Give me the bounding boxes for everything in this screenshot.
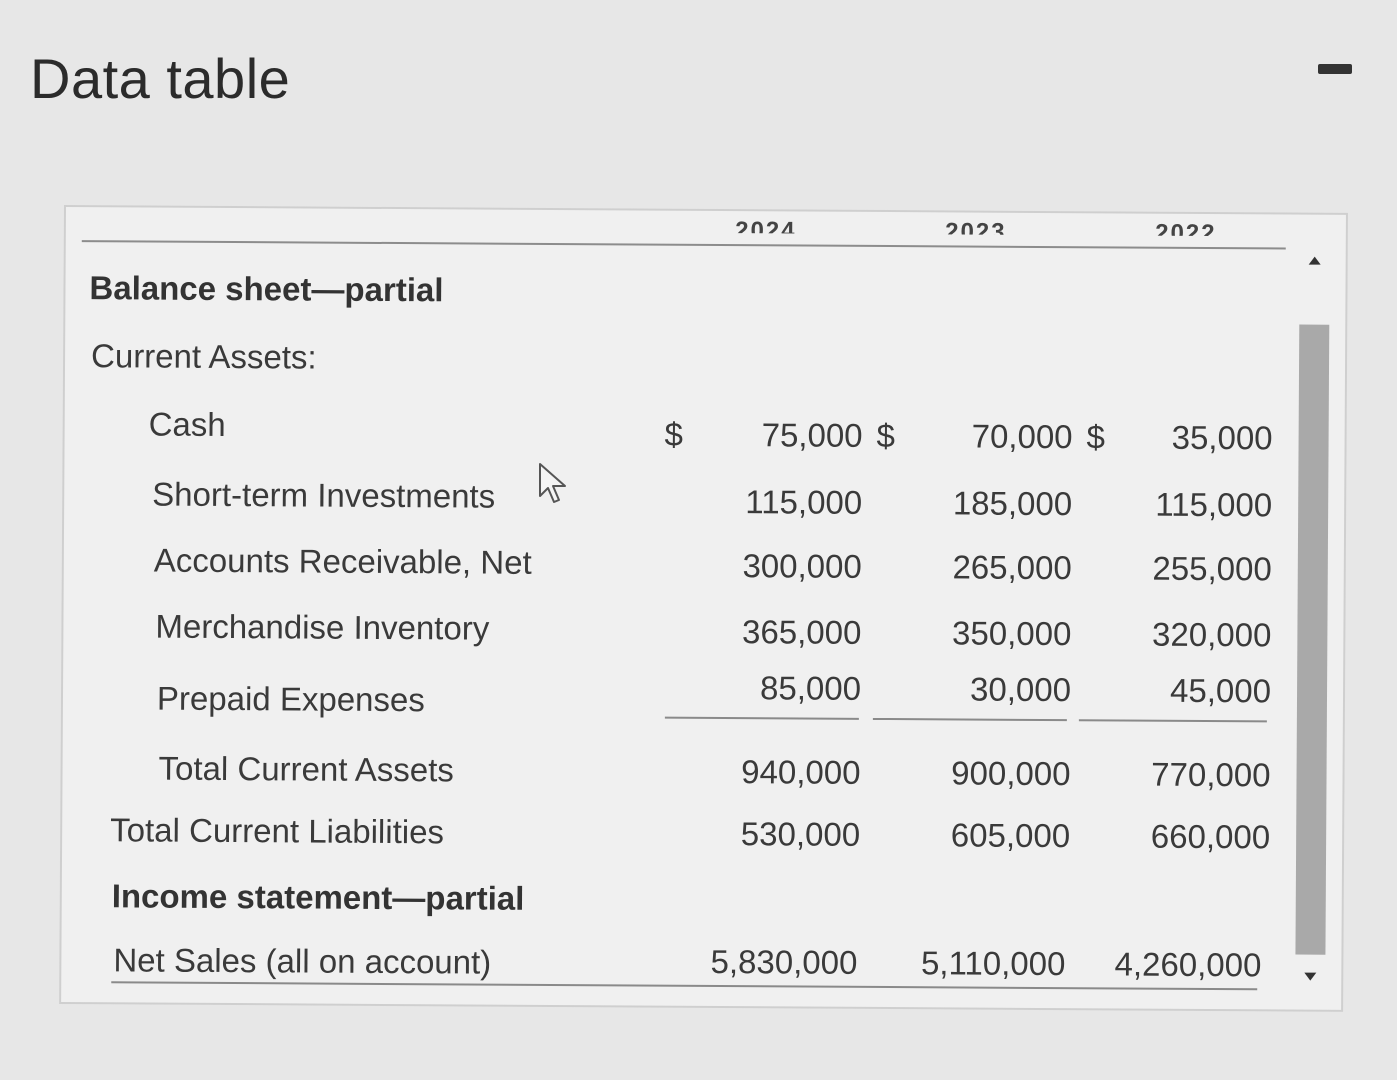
minimize-icon[interactable] (1318, 64, 1352, 74)
cash-2024: 75,000 (761, 416, 863, 454)
column-header-2024: 2024 (735, 217, 797, 234)
section-current-assets: Current Assets: (90, 337, 317, 376)
merchandise-inventory-2024: 365,000 (741, 613, 862, 651)
merchandise-inventory-2023: 350,000 (951, 614, 1072, 653)
row-label-total-current-liabilities: Total Current Liabilities (110, 811, 445, 851)
column-header-2022: 2022 (1155, 219, 1217, 237)
total-current-liabilities-2022: 660,000 (1150, 817, 1271, 856)
total-current-liabilities-2024: 530,000 (740, 815, 861, 853)
mouse-cursor-icon (539, 463, 566, 503)
net-sales-2024: 5,830,000 (710, 942, 858, 981)
short-term-investments-2022: 115,000 (1155, 485, 1273, 524)
short-term-investments-2024: 115,000 (745, 483, 863, 521)
row-label-net-sales: Net Sales (all on account) (113, 941, 492, 981)
row-label-accounts-receivable: Accounts Receivable, Net (153, 541, 532, 581)
total-current-assets-2024: 940,000 (741, 753, 861, 791)
cash-2022: 35,000 (1171, 418, 1273, 457)
row-label-merchandise-inventory: Merchandise Inventory (155, 607, 490, 647)
data-table-panel: 2024 2023 2022 Balance sheet—partial Cur… (59, 205, 1348, 1012)
dollar-sign: $ (876, 416, 896, 455)
total-current-liabilities-2023: 605,000 (950, 816, 1071, 855)
row-label-prepaid-expenses: Prepaid Expenses (156, 679, 425, 719)
accounts-receivable-2024: 300,000 (742, 547, 862, 585)
subtotal-underline (872, 717, 1067, 722)
row-label-cash: Cash (148, 405, 226, 443)
net-sales-2022: 4,260,000 (1114, 945, 1262, 984)
prepaid-expenses-2022: 45,000 (1170, 671, 1272, 710)
subtotal-underline (1078, 719, 1267, 723)
prepaid-expenses-2023: 30,000 (970, 670, 1072, 709)
total-current-assets-2023: 900,000 (951, 754, 1071, 793)
net-sales-2023: 5,110,000 (920, 944, 1066, 983)
scrollbar-thumb[interactable] (1295, 324, 1330, 955)
merchandise-inventory-2022: 320,000 (1151, 615, 1272, 654)
section-balance-sheet: Balance sheet—partial (89, 269, 444, 309)
window-title: Data table (30, 47, 291, 110)
subtotal-underline (664, 716, 859, 720)
dollar-sign: $ (664, 415, 684, 453)
section-income-statement: Income statement—partial (111, 877, 525, 917)
prepaid-expenses-2024: 85,000 (760, 669, 862, 707)
short-term-investments-2023: 185,000 (952, 484, 1073, 523)
header-divider (81, 240, 1286, 250)
cash-2023: 70,000 (971, 417, 1073, 456)
scroll-up-arrow-icon[interactable] (1308, 256, 1321, 265)
row-label-short-term-investments: Short-term Investments (152, 475, 496, 515)
scroll-down-arrow-icon[interactable] (1304, 972, 1317, 981)
row-label-total-current-assets: Total Current Assets (158, 749, 454, 789)
total-current-assets-2022: 770,000 (1151, 755, 1271, 794)
accounts-receivable-2023: 265,000 (952, 548, 1072, 587)
dollar-sign: $ (1086, 418, 1106, 456)
column-header-2023: 2023 (945, 218, 1007, 235)
accounts-receivable-2022: 255,000 (1152, 549, 1272, 588)
